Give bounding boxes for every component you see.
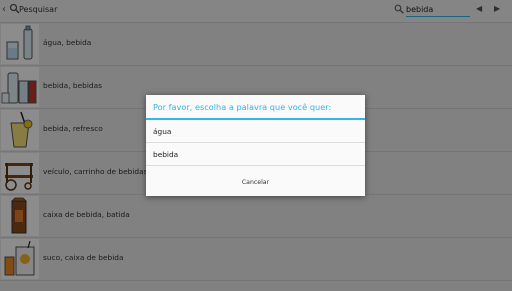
choose-word-dialog: Por favor, escolha a palavra que você qu… bbox=[146, 95, 365, 196]
dialog-title: Por favor, escolha a palavra que você qu… bbox=[153, 102, 332, 112]
dialog-option-bebida[interactable]: bebida bbox=[146, 143, 365, 166]
dialog-option-label: bebida bbox=[153, 150, 179, 159]
cancel-button[interactable]: Cancelar bbox=[146, 169, 365, 196]
dialog-option-label: água bbox=[153, 127, 172, 136]
dialog-option-agua[interactable]: água bbox=[146, 120, 365, 143]
